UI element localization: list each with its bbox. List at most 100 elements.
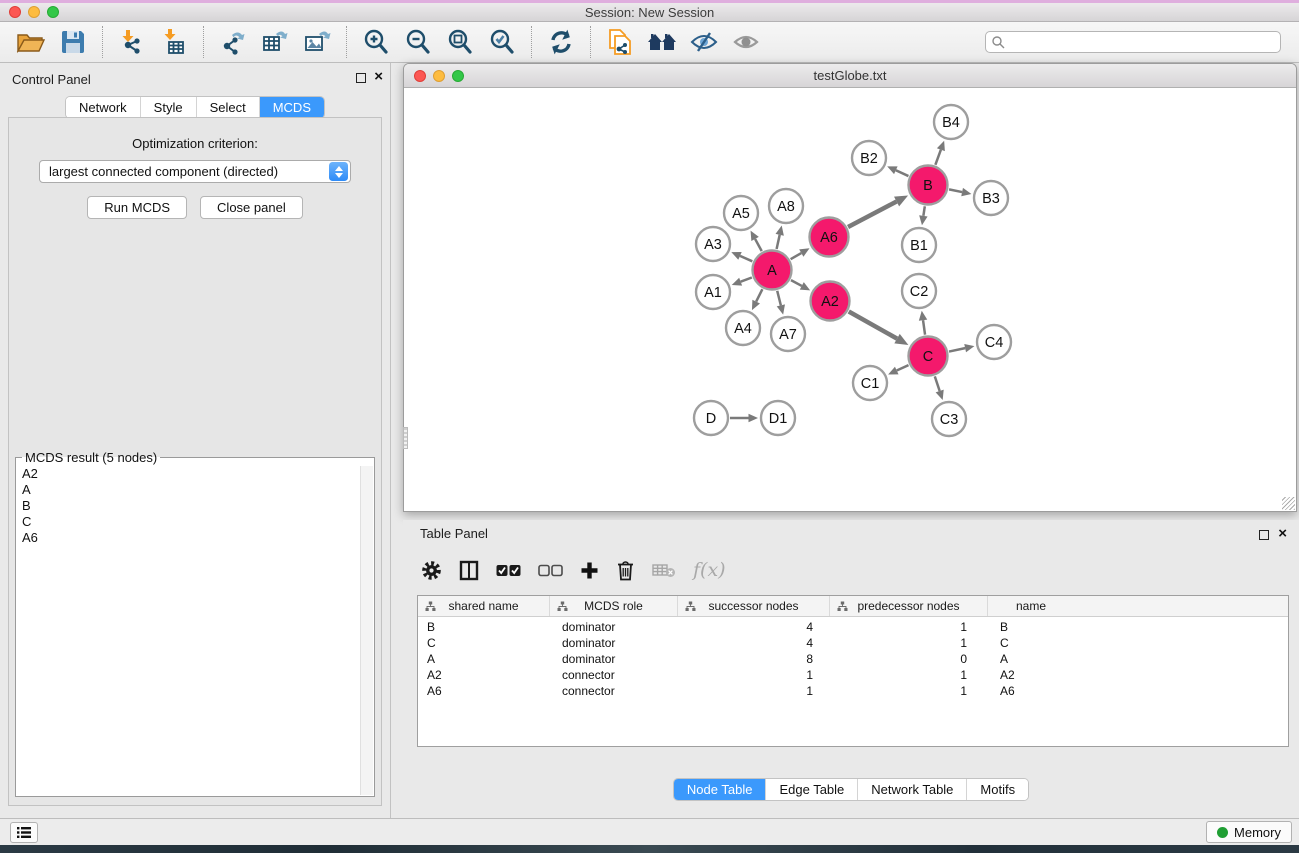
cell[interactable]: C <box>988 635 1074 651</box>
import-network-button[interactable] <box>111 25 153 59</box>
result-scrollbar[interactable] <box>360 466 373 795</box>
column-header-shared-name[interactable]: shared name <box>418 596 550 616</box>
export-image-button[interactable] <box>296 25 338 59</box>
hide-details-button[interactable] <box>683 25 725 59</box>
graph-edge-A-A3[interactable] <box>740 256 752 261</box>
column-header-MCDS-role[interactable]: MCDS role <box>550 596 678 616</box>
home-button[interactable] <box>641 25 683 59</box>
close-panel-icon[interactable]: × <box>374 68 383 86</box>
show-details-button[interactable] <box>725 25 767 59</box>
graph-edge-B-B3[interactable] <box>949 189 962 192</box>
cell[interactable]: connector <box>550 683 678 699</box>
float-panel-icon[interactable] <box>356 73 366 83</box>
graph-edge-A6-B[interactable] <box>848 202 897 227</box>
result-item-A6[interactable]: A6 <box>22 530 374 546</box>
graph-edge-A-A6[interactable] <box>791 253 802 259</box>
cell[interactable]: 4 <box>678 635 830 651</box>
cell[interactable]: dominator <box>550 651 678 667</box>
import-table-button[interactable] <box>153 25 195 59</box>
search-input[interactable] <box>1005 35 1275 49</box>
cell[interactable]: dominator <box>550 619 678 635</box>
splitter-grip[interactable] <box>403 427 408 449</box>
zoom-selected-button[interactable] <box>481 25 523 59</box>
zoom-in-button[interactable] <box>355 25 397 59</box>
table-row-B[interactable]: Bdominator41B <box>418 619 1288 635</box>
tab-style[interactable]: Style <box>140 97 196 118</box>
table-row-A2[interactable]: A2connector11A2 <box>418 667 1288 683</box>
window-resize-grip[interactable] <box>1282 497 1295 510</box>
graph-edge-A-A2[interactable] <box>791 280 802 286</box>
graph-edge-A-A5[interactable] <box>755 239 762 251</box>
cell[interactable]: A6 <box>418 683 550 699</box>
cell[interactable]: A6 <box>988 683 1074 699</box>
open-session-button[interactable] <box>10 25 52 59</box>
graph-edge-B-B1[interactable] <box>923 206 924 216</box>
memory-button[interactable]: Memory <box>1206 821 1292 843</box>
cell[interactable]: B <box>988 619 1074 635</box>
table-tab-edge-table[interactable]: Edge Table <box>765 779 857 800</box>
network-canvas[interactable]: B4B2BB3A8A5A6A3B1AC2A1A2A4A7C4CC1C3DD1 <box>404 88 1296 511</box>
table-row-A[interactable]: Adominator80A <box>418 651 1288 667</box>
zoom-fit-button[interactable] <box>439 25 481 59</box>
table-row-A6[interactable]: A6connector11A6 <box>418 683 1288 699</box>
graph-edge-A2-C[interactable] <box>849 312 897 339</box>
column-header-predecessor-nodes[interactable]: predecessor nodes <box>830 596 988 616</box>
cell[interactable]: 1 <box>830 619 988 635</box>
select-all-columns-button[interactable] <box>496 564 521 577</box>
table-tab-node-table[interactable]: Node Table <box>674 779 766 800</box>
close-table-panel-icon[interactable]: × <box>1278 525 1287 543</box>
cell[interactable]: 8 <box>678 651 830 667</box>
tab-select[interactable]: Select <box>196 97 259 118</box>
tab-network[interactable]: Network <box>66 97 140 118</box>
graph-edge-A-A8[interactable] <box>777 235 780 249</box>
task-history-button[interactable] <box>10 822 38 843</box>
cell[interactable]: 4 <box>678 619 830 635</box>
cell[interactable]: connector <box>550 667 678 683</box>
cell[interactable]: 1 <box>678 667 830 683</box>
result-item-B[interactable]: B <box>22 498 374 514</box>
create-column-button[interactable] <box>580 561 599 580</box>
graph-edge-A-A7[interactable] <box>777 291 781 306</box>
graph-edge-C-C3[interactable] <box>935 376 940 391</box>
save-session-button[interactable] <box>52 25 94 59</box>
network-window-titlebar[interactable]: testGlobe.txt <box>404 64 1296 88</box>
result-item-C[interactable]: C <box>22 514 374 530</box>
cell[interactable]: A2 <box>988 667 1074 683</box>
cell[interactable]: A <box>988 651 1074 667</box>
table-tab-network-table[interactable]: Network Table <box>857 779 966 800</box>
tab-mcds[interactable]: MCDS <box>259 97 324 118</box>
close-panel-button[interactable]: Close panel <box>200 196 303 219</box>
export-table-button[interactable] <box>254 25 296 59</box>
table-row-C[interactable]: Cdominator41C <box>418 635 1288 651</box>
new-network-button[interactable] <box>599 25 641 59</box>
graph-edge-A-A4[interactable] <box>756 289 762 301</box>
result-item-A2[interactable]: A2 <box>22 466 374 482</box>
column-header-successor-nodes[interactable]: successor nodes <box>678 596 830 616</box>
graph-edge-B-B4[interactable] <box>935 150 941 165</box>
apply-layout-button[interactable] <box>540 25 582 59</box>
cell[interactable]: 1 <box>830 635 988 651</box>
graph-edge-B-B2[interactable] <box>896 170 909 176</box>
column-header-name[interactable]: name <box>988 596 1074 616</box>
cell[interactable]: 1 <box>678 683 830 699</box>
search-field[interactable] <box>985 31 1281 53</box>
graph-edge-C-C4[interactable] <box>949 348 965 351</box>
cell[interactable]: 1 <box>830 667 988 683</box>
cell[interactable]: 0 <box>830 651 988 667</box>
cell[interactable]: dominator <box>550 635 678 651</box>
cell[interactable]: 1 <box>830 683 988 699</box>
float-table-panel-icon[interactable] <box>1259 530 1269 540</box>
result-item-A[interactable]: A <box>22 482 374 498</box>
export-network-button[interactable] <box>212 25 254 59</box>
run-mcds-button[interactable]: Run MCDS <box>87 196 187 219</box>
cell[interactable]: C <box>418 635 550 651</box>
graph-edge-A-A1[interactable] <box>741 278 752 282</box>
graph-edge-C-C2[interactable] <box>923 320 925 334</box>
show-column-button[interactable] <box>459 560 479 581</box>
deselect-all-columns-button[interactable] <box>538 564 563 577</box>
graph-edge-C-C1[interactable] <box>897 365 909 370</box>
delete-column-button[interactable] <box>616 560 635 581</box>
zoom-out-button[interactable] <box>397 25 439 59</box>
table-tab-motifs[interactable]: Motifs <box>966 779 1028 800</box>
cell[interactable]: A2 <box>418 667 550 683</box>
